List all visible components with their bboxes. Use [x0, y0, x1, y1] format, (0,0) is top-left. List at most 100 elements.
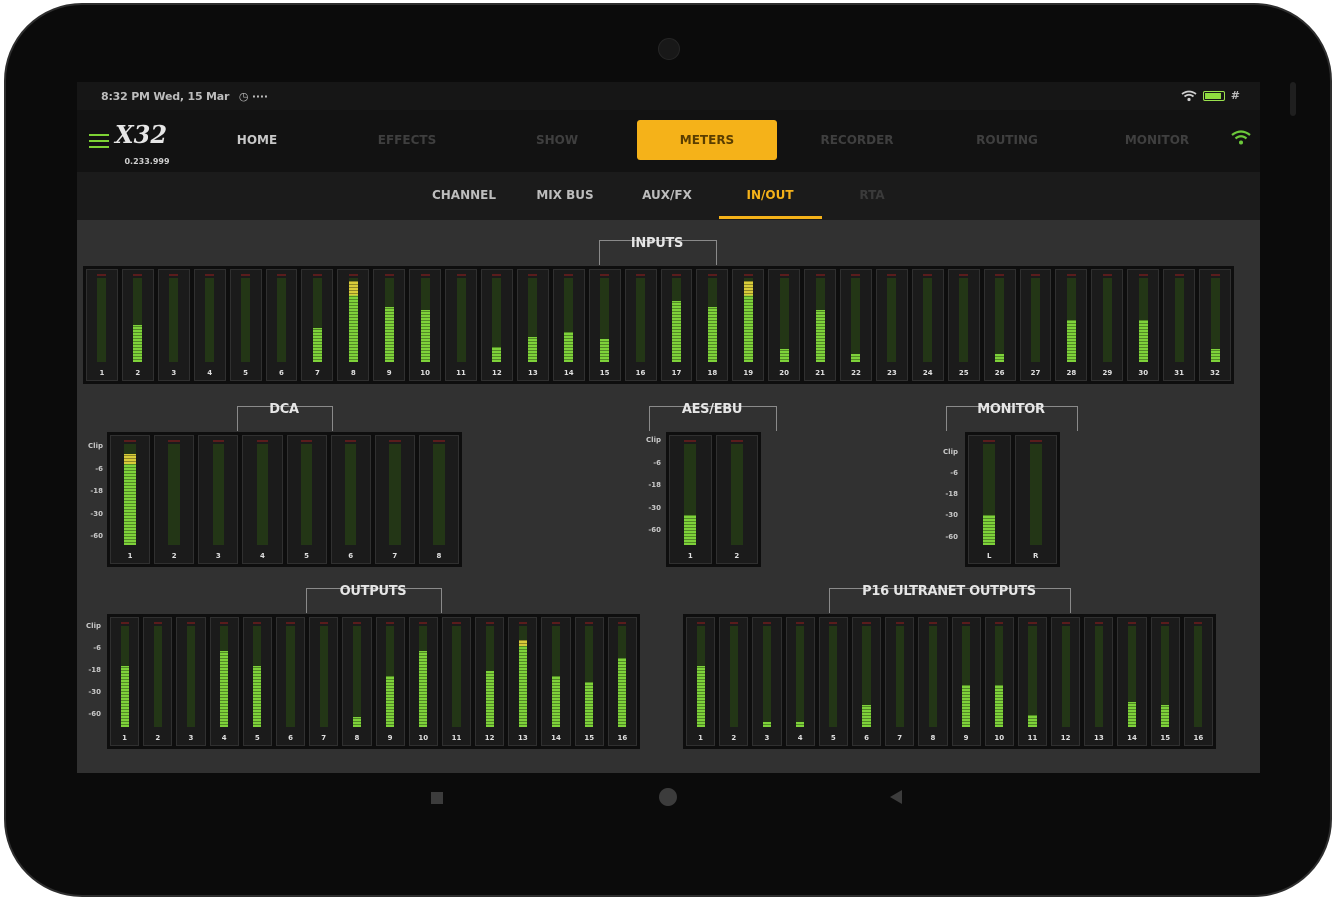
meter-channel[interactable]: 3 — [198, 435, 239, 564]
subtab-rta[interactable]: RTA — [822, 188, 922, 202]
meter-channel[interactable]: 6 — [275, 617, 306, 746]
meter-channel[interactable]: 1 — [110, 617, 140, 746]
recent-apps-icon[interactable] — [431, 792, 443, 804]
back-triangle-icon[interactable] — [890, 790, 902, 804]
meter-channel[interactable]: 7 — [885, 617, 915, 746]
meter-channel[interactable]: 7 — [374, 435, 415, 564]
meter-channel[interactable]: 12 — [475, 617, 505, 746]
meter-channel[interactable]: 10 — [984, 617, 1014, 746]
meter-channel[interactable]: 8 — [342, 617, 372, 746]
meter-channel[interactable]: 2 — [719, 617, 749, 746]
nav-tab-monitor[interactable]: MONITOR — [1087, 120, 1227, 160]
meter-label: 12 — [1060, 734, 1071, 742]
nav-tab-home[interactable]: HOME — [187, 120, 327, 160]
meter-channel[interactable]: 5 — [242, 617, 272, 746]
meter-channel[interactable]: R — [1014, 435, 1057, 564]
meter-channel[interactable]: L — [968, 435, 1011, 564]
meter-channel[interactable]: 30 — [1127, 269, 1160, 381]
meter-channel[interactable]: 25 — [947, 269, 980, 381]
meter-channel[interactable]: 3 — [157, 269, 190, 381]
meter-label: 26 — [994, 369, 1005, 377]
meter-channel[interactable]: 5 — [286, 435, 327, 564]
subtab-mix-bus[interactable]: MIX BUS — [515, 188, 615, 202]
meter-channel[interactable]: 2 — [121, 269, 154, 381]
meter-channel[interactable]: 28 — [1055, 269, 1088, 381]
meter-channel[interactable]: 3 — [752, 617, 782, 746]
meter-channel[interactable]: 5 — [818, 617, 848, 746]
meter-channel[interactable]: 6 — [851, 617, 882, 746]
scale-label: Clip — [646, 436, 661, 444]
subtab-channel[interactable]: CHANNEL — [414, 188, 514, 202]
meter-channel[interactable]: 15 — [1150, 617, 1180, 746]
meter-channel[interactable]: 16 — [607, 617, 637, 746]
meter-channel[interactable]: 10 — [408, 617, 438, 746]
meter-channel[interactable]: 11 — [441, 617, 472, 746]
meter-channel[interactable]: 14 — [1117, 617, 1147, 746]
meter-channel[interactable]: 4 — [242, 435, 283, 564]
meter-channel[interactable]: 12 — [1051, 617, 1081, 746]
meter-channel[interactable]: 13 — [1084, 617, 1114, 746]
meter-channel[interactable]: 1 — [686, 617, 716, 746]
meter-channel[interactable]: 6 — [330, 435, 371, 564]
meter-channel[interactable]: 29 — [1091, 269, 1124, 381]
subtab-in-out[interactable]: IN/OUT — [720, 188, 820, 202]
clip-indicator — [518, 622, 527, 624]
meter-channel[interactable]: 15 — [588, 269, 621, 381]
meter-channel[interactable]: 3 — [176, 617, 206, 746]
meter-channel[interactable]: 7 — [309, 617, 339, 746]
meter-channel[interactable]: 9 — [375, 617, 405, 746]
meter-channel[interactable]: 19 — [732, 269, 765, 381]
meter-channel[interactable]: 2 — [715, 435, 758, 564]
meter-channel[interactable]: 1 — [110, 435, 151, 564]
meter-channel[interactable]: 13 — [508, 617, 538, 746]
meter-channel[interactable]: 1 — [669, 435, 712, 564]
meter-channel[interactable]: 9 — [373, 269, 406, 381]
meter-channel[interactable]: 31 — [1163, 269, 1196, 381]
meter-channel[interactable]: 18 — [696, 269, 729, 381]
meter-channel[interactable]: 12 — [480, 269, 513, 381]
meter-channel[interactable]: 5 — [229, 269, 262, 381]
meter-channel[interactable]: 9 — [951, 617, 981, 746]
nav-tab-meters[interactable]: METERS — [637, 120, 777, 160]
meter-channel[interactable]: 8 — [418, 435, 459, 564]
meter-channel[interactable]: 14 — [552, 269, 585, 381]
meter-channel[interactable]: 11 — [445, 269, 477, 381]
nav-tab-effects[interactable]: EFFECTS — [337, 120, 477, 160]
clip-indicator — [1029, 440, 1042, 442]
meter-level — [862, 705, 871, 727]
meter-channel[interactable]: 16 — [1183, 617, 1213, 746]
meter-channel[interactable]: 20 — [768, 269, 801, 381]
home-circle-icon[interactable] — [659, 788, 677, 806]
meter-channel[interactable]: 7 — [301, 269, 334, 381]
meter-channel[interactable]: 24 — [911, 269, 944, 381]
nav-tab-recorder[interactable]: RECORDER — [787, 120, 927, 160]
meter-channel[interactable]: 26 — [983, 269, 1016, 381]
subtab-aux-fx[interactable]: AUX/FX — [617, 188, 717, 202]
meter-channel[interactable]: 8 — [337, 269, 370, 381]
menu-icon[interactable] — [89, 134, 109, 148]
meter-level — [1161, 705, 1170, 727]
meter-channel[interactable]: 23 — [875, 269, 908, 381]
meter-channel[interactable]: 1 — [86, 269, 118, 381]
meter-channel[interactable]: 32 — [1199, 269, 1231, 381]
meter-channel[interactable]: 16 — [624, 269, 657, 381]
meter-channel[interactable]: 8 — [918, 617, 948, 746]
meter-channel[interactable]: 14 — [541, 617, 571, 746]
nav-tab-show[interactable]: SHOW — [487, 120, 627, 160]
meter-channel[interactable]: 10 — [409, 269, 442, 381]
meter-channel[interactable]: 21 — [804, 269, 837, 381]
meter-channel[interactable]: 4 — [785, 617, 815, 746]
meter-channel[interactable]: 27 — [1019, 269, 1052, 381]
meter-channel[interactable]: 22 — [840, 269, 872, 381]
meter-track — [1194, 626, 1203, 727]
meter-channel[interactable]: 15 — [574, 617, 604, 746]
meter-channel[interactable]: 2 — [143, 617, 173, 746]
nav-tab-routing[interactable]: ROUTING — [937, 120, 1077, 160]
meter-channel[interactable]: 11 — [1017, 617, 1048, 746]
meter-channel[interactable]: 13 — [516, 269, 549, 381]
meter-channel[interactable]: 2 — [154, 435, 195, 564]
meter-channel[interactable]: 6 — [265, 269, 298, 381]
meter-channel[interactable]: 4 — [193, 269, 226, 381]
meter-channel[interactable]: 4 — [209, 617, 239, 746]
meter-channel[interactable]: 17 — [660, 269, 693, 381]
